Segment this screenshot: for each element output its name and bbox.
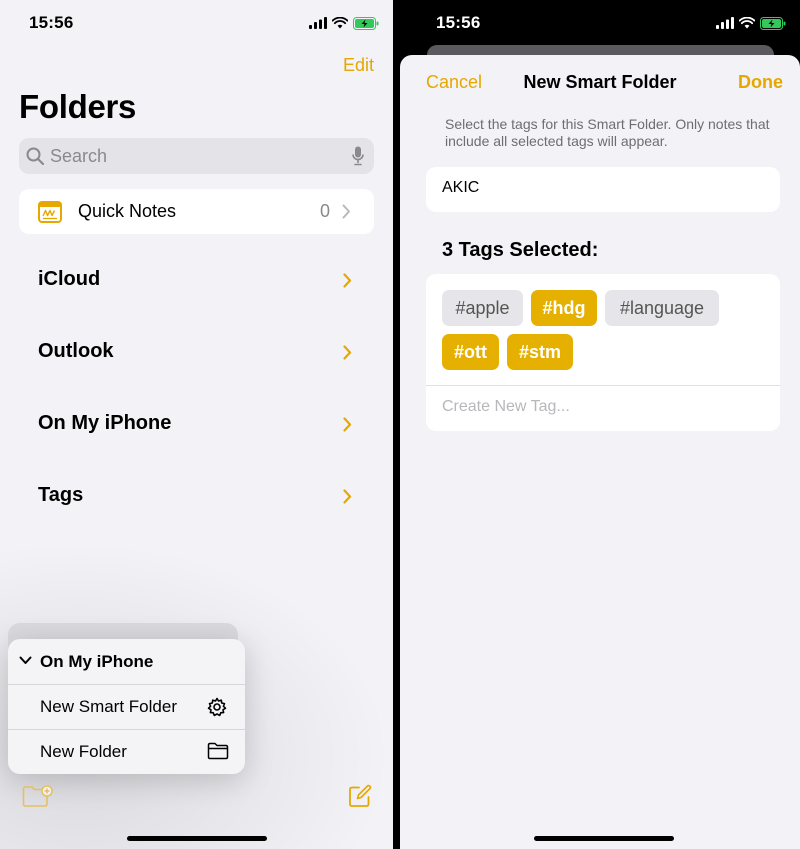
chevron-right-icon: [343, 489, 352, 504]
quick-notes-count: 0: [320, 201, 331, 221]
folder-icon: [207, 742, 229, 760]
status-time: 15:56: [29, 13, 74, 32]
folders-screen: 15:56 Edit Folders Search Quick Notes 0 …: [0, 0, 393, 849]
battery-charging-icon: [353, 16, 379, 30]
context-menu: On My iPhone New Smart Folder New Folder: [8, 639, 245, 774]
quick-notes-icon: [38, 201, 62, 223]
account-label: On My iPhone: [38, 412, 172, 434]
tag-chip-ott[interactable]: #ott: [442, 334, 499, 370]
tags-selected-heading: 3 Tags Selected:: [442, 239, 599, 261]
divider: [426, 385, 780, 386]
menu-item-label: New Smart Folder: [40, 697, 177, 716]
search-placeholder: Search: [50, 146, 108, 166]
folder-name-input[interactable]: [442, 179, 762, 197]
quick-notes-label: Quick Notes: [78, 201, 177, 221]
account-row-on-my-iphone[interactable]: On My iPhone: [0, 402, 393, 446]
page-title: Folders: [19, 88, 137, 125]
smart-folder-description: Select the tags for this Smart Folder. O…: [445, 116, 770, 149]
new-smart-folder-sheet: New Smart Folder Cancel Done Select the …: [400, 55, 800, 849]
search-icon: [26, 147, 45, 166]
create-new-tag-input[interactable]: [442, 398, 762, 416]
tag-chip-language[interactable]: #language: [605, 290, 719, 326]
account-row-outlook[interactable]: Outlook: [0, 330, 393, 374]
edit-button[interactable]: Edit: [343, 55, 374, 76]
home-indicator: [534, 836, 674, 841]
tag-chip-stm[interactable]: #stm: [507, 334, 573, 370]
account-label: Tags: [38, 484, 84, 506]
context-menu-header[interactable]: On My iPhone: [8, 639, 245, 684]
status-time: 15:56: [436, 13, 481, 32]
account-row-tags[interactable]: Tags: [0, 474, 393, 518]
account-label: Outlook: [38, 340, 114, 362]
chevron-down-icon: [19, 656, 32, 664]
cellular-signal-icon: [309, 17, 327, 29]
cellular-signal-icon: [716, 17, 734, 29]
search-bar[interactable]: Search: [19, 138, 374, 174]
wifi-icon: [332, 17, 348, 29]
chevron-right-icon: [343, 345, 352, 360]
wifi-icon: [739, 17, 755, 29]
new-smart-folder-menu-item[interactable]: New Smart Folder: [8, 684, 245, 729]
compose-icon[interactable]: [348, 784, 372, 808]
tags-card: #apple #hdg #language #ott #stm: [426, 274, 780, 431]
gear-icon: [207, 697, 227, 717]
new-smart-folder-screen: 15:56 New Smart Folder Cancel Done Selec…: [393, 0, 800, 849]
tag-chip-hdg[interactable]: #hdg: [531, 290, 597, 326]
cancel-button[interactable]: Cancel: [426, 72, 482, 93]
new-folder-menu-item[interactable]: New Folder: [8, 729, 245, 774]
menu-item-label: New Folder: [40, 742, 127, 761]
context-menu-header-label: On My iPhone: [40, 652, 154, 671]
chevron-right-icon: [343, 273, 352, 288]
chevron-right-icon: [343, 417, 352, 432]
home-indicator: [127, 836, 267, 841]
status-icons: [309, 16, 379, 30]
chevron-right-icon: [342, 204, 350, 219]
new-folder-icon[interactable]: [22, 784, 54, 808]
status-icons: [716, 16, 786, 30]
battery-charging-icon: [760, 16, 786, 30]
account-label: iCloud: [38, 268, 101, 290]
quick-notes-row[interactable]: Quick Notes 0: [19, 189, 374, 234]
folder-name-field[interactable]: [426, 167, 780, 212]
done-button[interactable]: Done: [738, 72, 783, 93]
account-row-icloud[interactable]: iCloud: [0, 258, 393, 302]
microphone-icon[interactable]: [352, 146, 364, 166]
tag-chip-apple[interactable]: #apple: [442, 290, 523, 326]
